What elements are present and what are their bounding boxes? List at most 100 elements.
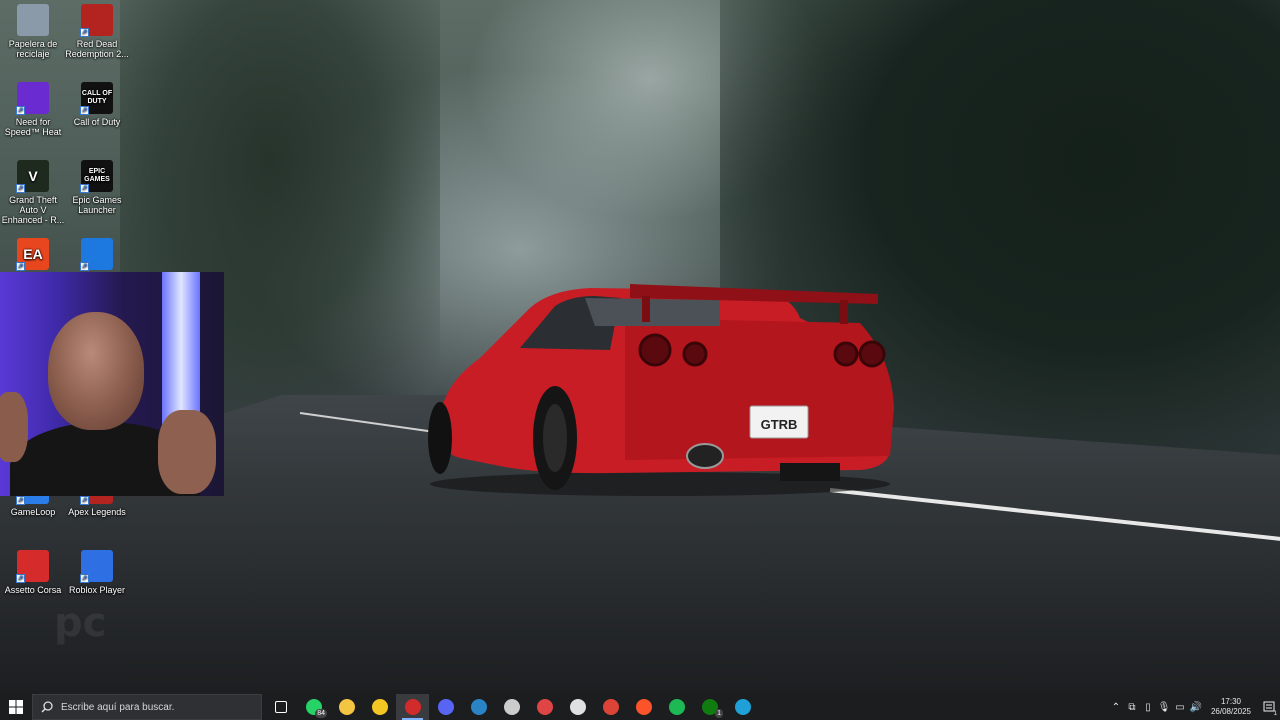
call-of-duty-icon: CALL OF DUTY ↗: [80, 82, 113, 115]
red-car: GTRB: [428, 284, 894, 496]
shortcut-arrow-icon: ↗: [80, 184, 89, 193]
taskbar-app[interactable]: 84: [297, 694, 330, 720]
right-hand: [158, 410, 216, 494]
search-icon: [41, 701, 53, 713]
desktop-shortcut[interactable]: Papelera de reciclaje: [0, 0, 66, 59]
rdr2-icon: ↗: [80, 4, 113, 37]
shortcut-arrow-icon: ↗: [80, 574, 89, 583]
clock[interactable]: 17:30 26/08/2025: [1208, 697, 1254, 717]
desktop-shortcut[interactable]: ↗ Red Dead Redemption 2...: [64, 0, 130, 59]
steam-icon: [470, 699, 487, 715]
chrome-icon: [602, 699, 619, 715]
desktop-shortcut-label: Need for Speed™ Heat: [4, 117, 62, 137]
watermark: pc: [54, 600, 107, 646]
shortcut-arrow-icon: ↗: [16, 106, 25, 115]
taskbar-app[interactable]: [330, 694, 363, 720]
shortcut-arrow-icon: ↗: [80, 28, 89, 37]
search-placeholder: Escribe aquí para buscar.: [61, 701, 175, 713]
brave-icon: [635, 699, 652, 715]
system-tray: ⌃ ⧉ ▯ 🎙 ▭ 🔊 17:30 26/08/2025 1: [1108, 694, 1280, 720]
taskbar-app[interactable]: [264, 694, 297, 720]
microsoft-store-icon: [371, 699, 388, 715]
recycle-bin-icon: [17, 4, 49, 36]
desktop-shortcut-label: Grand Theft Auto V Enhanced - R...: [1, 195, 65, 225]
shortcut-arrow-icon: ↗: [80, 262, 89, 271]
edge-icon: [734, 699, 751, 715]
search-input[interactable]: Escribe aquí para buscar.: [32, 694, 262, 720]
volume-icon[interactable]: 🔊: [1188, 694, 1204, 720]
taskbar-app[interactable]: [429, 694, 462, 720]
roblox-icon: ↗: [80, 550, 113, 583]
desktop-shortcut[interactable]: EPIC GAMES ↗ Epic Games Launcher: [64, 156, 130, 215]
windows-icon: [9, 700, 23, 714]
assetto-corsa-icon: ↗: [16, 550, 49, 583]
left-hand: [0, 392, 28, 462]
network-icon[interactable]: ▭: [1172, 694, 1188, 720]
start-button[interactable]: [0, 694, 32, 720]
notification-count: 1: [1272, 711, 1278, 717]
taskbar-app[interactable]: [495, 694, 528, 720]
desktop-shortcut[interactable]: CALL OF DUTY ↗ Call of Duty: [64, 78, 130, 127]
desktop-shortcut[interactable]: V ↗ Grand Theft Auto V Enhanced - R...: [0, 156, 66, 225]
desktop-shortcut[interactable]: ↗ Roblox Player: [64, 546, 130, 595]
taskbar: Escribe aquí para buscar. 84 1 ⌃ ⧉ ▯ 🎙 ▭ …: [0, 694, 1280, 720]
chevron-up-icon[interactable]: ⌃: [1108, 694, 1124, 720]
discord-icon: [437, 699, 454, 715]
desktop-shortcut-label: Epic Games Launcher: [72, 195, 122, 215]
webcam-overlay: [0, 272, 224, 496]
icon-glyph: CALL OF DUTY: [81, 90, 113, 105]
shortcut-arrow-icon: ↗: [16, 262, 25, 271]
app-badge: 1: [715, 709, 723, 718]
shortcut-arrow-icon: ↗: [16, 574, 25, 583]
battle-net-icon: ↗: [80, 238, 113, 271]
license-plate: GTRB: [761, 417, 798, 432]
taskbar-app[interactable]: [528, 694, 561, 720]
obs-icon: [569, 699, 586, 715]
desktop-shortcut-label: Roblox Player: [68, 585, 126, 595]
taskbar-app[interactable]: [627, 694, 660, 720]
task-view-icon: [274, 701, 287, 713]
taskbar-app[interactable]: 1: [693, 694, 726, 720]
file-explorer-icon: [338, 699, 355, 715]
desktop-shortcut-label: GameLoop: [10, 507, 56, 517]
taskbar-app[interactable]: [660, 694, 693, 720]
ea-app-icon: EA ↗: [16, 238, 49, 271]
usb-icon[interactable]: ▯: [1140, 694, 1156, 720]
taskbar-app[interactable]: [396, 694, 429, 720]
desktop-shortcut-label: Assetto Corsa: [4, 585, 62, 595]
gta-v-icon: V ↗: [16, 160, 49, 193]
icon-glyph: EPIC GAMES: [84, 168, 110, 183]
taskbar-app[interactable]: [462, 694, 495, 720]
notification-button[interactable]: 1: [1258, 694, 1280, 720]
clock-date: 26/08/2025: [1210, 707, 1252, 716]
shortcut-arrow-icon: ↗: [80, 106, 89, 115]
display-icon[interactable]: ⧉: [1124, 694, 1140, 720]
person-face: [48, 312, 144, 430]
desktop-shortcut[interactable]: EA ↗: [0, 234, 66, 273]
desktop-shortcut[interactable]: ↗ Need for Speed™ Heat: [0, 78, 66, 137]
desktop-shortcut-label: Apex Legends: [68, 507, 126, 517]
desktop-shortcut[interactable]: ↗ Assetto Corsa: [0, 546, 66, 595]
taskbar-app[interactable]: [726, 694, 759, 720]
taskbar-app[interactable]: [594, 694, 627, 720]
spotify-icon: [668, 699, 685, 715]
roblox-studio-icon: [404, 699, 421, 715]
microphone-icon[interactable]: 🎙: [1156, 694, 1172, 720]
shortcut-arrow-icon: ↗: [16, 184, 25, 193]
taskbar-app[interactable]: [363, 694, 396, 720]
taskbar-app[interactable]: [561, 694, 594, 720]
app-badge: 84: [315, 709, 327, 718]
epic-games-icon: EPIC GAMES ↗: [80, 160, 113, 193]
desktop-shortcut-label: Papelera de reciclaje: [8, 39, 58, 59]
shortcut-arrow-icon: ↗: [80, 496, 89, 505]
icon-glyph: EA: [23, 246, 43, 262]
desktop-shortcut-label: Red Dead Redemption 2...: [65, 39, 129, 59]
icon-glyph: V: [28, 168, 38, 184]
desktop-shortcut-label: Call of Duty: [73, 117, 121, 127]
desktop-shortcut[interactable]: ↗: [64, 234, 130, 273]
davinci-icon: [536, 699, 553, 715]
shortcut-arrow-icon: ↗: [16, 496, 25, 505]
nfs-heat-icon: ↗: [16, 82, 49, 115]
g-hub-icon: [503, 699, 520, 715]
clock-time: 17:30: [1220, 697, 1242, 706]
